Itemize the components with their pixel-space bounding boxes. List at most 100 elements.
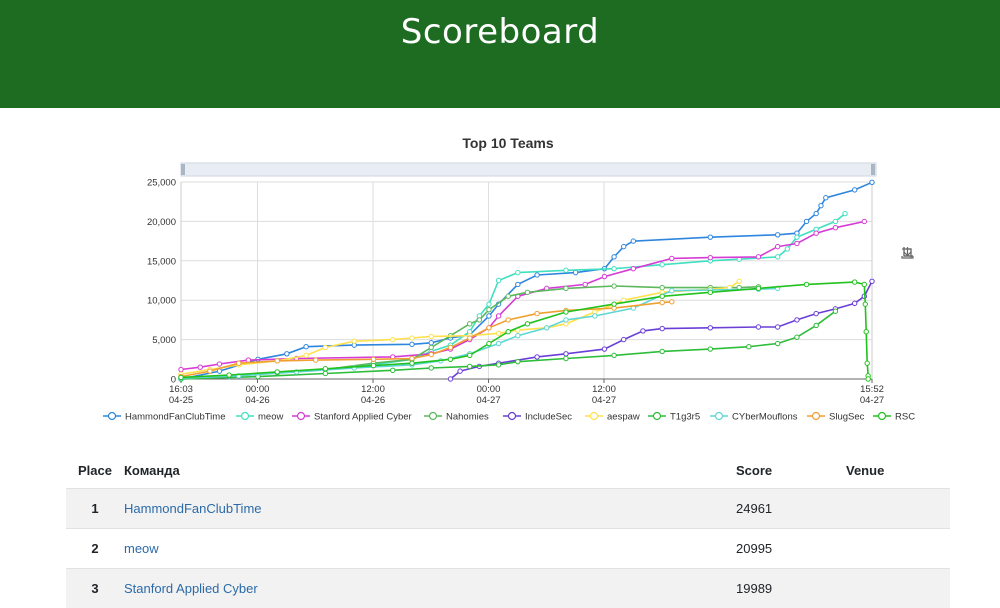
data-point [852, 280, 856, 284]
data-point [870, 180, 874, 184]
data-point [670, 300, 674, 304]
legend-item[interactable]: Nahomies [424, 412, 489, 423]
place-cell: 2 [66, 529, 124, 569]
zoom-slider-handle-left[interactable] [181, 164, 185, 175]
y-tick-label: 25,000 [147, 178, 176, 189]
data-point [641, 329, 645, 333]
data-point [179, 375, 183, 379]
column-header-team: Команда [124, 455, 736, 489]
data-point [516, 359, 520, 363]
table-row: 3 Stanford Applied Cyber 19989 [66, 569, 950, 608]
score-chart: Top 10 Teams 05,00010,00015,00020,00025,… [0, 108, 1000, 433]
data-point [814, 231, 818, 235]
data-point [391, 368, 395, 372]
data-point [862, 282, 866, 286]
table-header-row: Place Команда Score Venue [66, 455, 950, 489]
data-point [708, 347, 712, 351]
venue-cell [846, 489, 950, 529]
data-point [824, 196, 828, 200]
data-point [564, 286, 568, 290]
data-point [323, 345, 327, 349]
data-point [198, 365, 202, 369]
zoom-slider[interactable] [181, 163, 876, 176]
legend-item[interactable]: SlugSec [807, 412, 865, 423]
team-link[interactable]: HammondFanClubTime [124, 501, 262, 516]
data-point [804, 282, 808, 286]
data-point [631, 239, 635, 243]
data-point [179, 367, 183, 371]
data-point [708, 326, 712, 330]
data-point [487, 326, 491, 330]
legend-item[interactable]: CYberMouflons [710, 412, 798, 423]
column-header-score: Score [736, 455, 846, 489]
legend-label: T1g3r5 [670, 412, 700, 423]
data-point [410, 361, 414, 365]
data-point [285, 352, 289, 356]
x-tick-label: 12:00 [592, 384, 616, 395]
data-point [631, 266, 635, 270]
x-tick-label: 12:00 [361, 384, 385, 395]
data-point [833, 226, 837, 230]
venue-cell [846, 529, 950, 569]
legend-label: IncludeSec [525, 412, 572, 423]
data-point [564, 352, 568, 356]
data-point [670, 289, 674, 293]
score-cell: 20995 [736, 529, 846, 569]
legend-label: Nahomies [446, 412, 489, 423]
data-point [410, 356, 414, 360]
team-link[interactable]: Stanford Applied Cyber [124, 581, 258, 596]
y-tick-label: 15,000 [147, 256, 176, 267]
legend-swatch-marker [813, 413, 820, 420]
data-point [304, 344, 308, 348]
data-point [516, 282, 520, 286]
legend-item[interactable]: IncludeSec [503, 412, 572, 423]
data-point [670, 256, 674, 260]
data-point [275, 370, 279, 374]
legend-item[interactable]: Stanford Applied Cyber [292, 412, 412, 423]
legend-item[interactable]: meow [236, 412, 283, 423]
data-point [468, 336, 472, 340]
data-point [775, 255, 779, 259]
data-point [612, 302, 616, 306]
data-point [246, 358, 250, 362]
data-point [852, 188, 856, 192]
team-link[interactable]: meow [124, 541, 159, 556]
data-point [429, 352, 433, 356]
score-cell: 19989 [736, 569, 846, 608]
data-point [708, 290, 712, 294]
data-point [564, 310, 568, 314]
table-row: 1 HammondFanClubTime 24961 [66, 489, 950, 529]
legend-item[interactable]: HammondFanClubTime [103, 412, 226, 423]
data-point [535, 311, 539, 315]
venue-cell [846, 569, 950, 608]
series-hammondfanclubtime [179, 180, 874, 381]
data-point [352, 339, 356, 343]
page-title: Scoreboard [401, 0, 599, 108]
data-point [391, 337, 395, 341]
data-point [448, 377, 452, 381]
data-point [410, 336, 414, 340]
data-point [573, 270, 577, 274]
data-point [708, 255, 712, 259]
place-cell: 3 [66, 569, 124, 608]
legend-item[interactable]: RSC [873, 412, 915, 423]
legend-label: aespaw [607, 412, 640, 423]
data-point [756, 255, 760, 259]
download-icon[interactable] [943, 246, 958, 261]
data-point [795, 335, 799, 339]
legend-item[interactable]: aespaw [585, 412, 640, 423]
zoom-reset-icon[interactable] [922, 246, 937, 261]
x-tick-label: 04-26 [245, 395, 269, 406]
zoom-slider-handle-right[interactable] [871, 164, 875, 175]
data-point [496, 341, 500, 345]
data-point [747, 344, 751, 348]
data-point [708, 235, 712, 239]
data-point [866, 377, 870, 381]
data-point [593, 314, 597, 318]
legend-item[interactable]: T1g3r5 [648, 412, 700, 423]
score-cell: 24961 [736, 489, 846, 529]
y-tick-label: 5,000 [152, 335, 176, 346]
data-point [237, 361, 241, 365]
data-point [535, 273, 539, 277]
data-point [843, 211, 847, 215]
